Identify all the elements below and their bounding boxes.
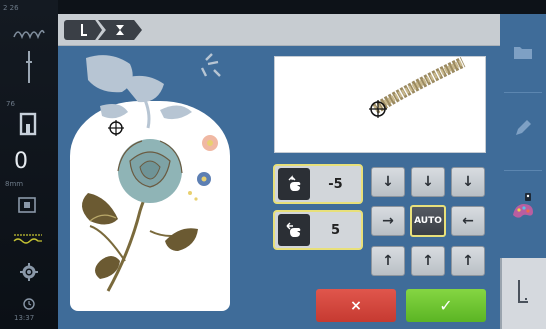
- auto-button[interactable]: AUTO: [410, 205, 446, 237]
- edit-pencil-icon[interactable]: [507, 110, 539, 146]
- hoop-icon: [116, 25, 124, 35]
- move-left-button[interactable]: ←: [451, 206, 485, 236]
- hoop-alignment-dialog: -5 5 ↓ ↓ ↓ → AUTO ← ↑ ↑ ↑ × ✓: [58, 14, 500, 329]
- clock-icon: [16, 296, 42, 312]
- status-top-text: 2 26: [3, 4, 19, 12]
- stitch-preview: [274, 56, 486, 153]
- needle-icon[interactable]: [14, 50, 44, 86]
- embroidery-hoop[interactable]: [70, 101, 230, 311]
- thread-tension-icon[interactable]: [10, 228, 46, 248]
- confirm-button[interactable]: ✓: [406, 289, 486, 322]
- dialog-header: [58, 14, 500, 46]
- breadcrumb-step-needle[interactable]: [64, 20, 102, 40]
- left-status-bar: 2 26 76 0 8mm 13:37: [0, 0, 58, 329]
- stitch-pattern-icon[interactable]: [8, 22, 50, 44]
- presser-foot-icon[interactable]: [12, 108, 44, 140]
- stitch-path-preview: [369, 57, 466, 118]
- embroidery-machine-screen: 2 26 76 0 8mm 13:37 -5 5 ↓ ↓ ↓ → AUTO ← …: [0, 0, 546, 329]
- folder-icon[interactable]: [507, 38, 539, 66]
- hoop-crosshair-icon: [108, 120, 124, 136]
- needle-presser-icon: [518, 280, 528, 303]
- move-down-right-button[interactable]: ↓: [451, 167, 485, 197]
- move-up-button[interactable]: ↑: [411, 246, 445, 276]
- needle-position-value: 0: [14, 148, 28, 174]
- rose-design-icon: [81, 135, 218, 292]
- stitch-plate-icon[interactable]: [12, 192, 42, 218]
- settings-gear-icon[interactable]: [14, 258, 44, 286]
- clock-time: 13:37: [14, 314, 35, 322]
- sidebar-divider: [504, 92, 542, 93]
- work-area: -5 5 ↓ ↓ ↓ → AUTO ← ↑ ↑ ↑: [58, 46, 500, 329]
- color-palette-icon[interactable]: [507, 186, 539, 226]
- move-up-left-button[interactable]: ↑: [371, 246, 405, 276]
- needle-icon: [81, 24, 87, 36]
- cancel-button[interactable]: ×: [316, 289, 396, 322]
- top-strip: [58, 0, 500, 14]
- move-up-right-button[interactable]: ↑: [451, 246, 485, 276]
- floral-background-design: [86, 53, 221, 129]
- horizontal-offset-value: 5: [330, 222, 341, 238]
- vertical-offset-field[interactable]: -5: [273, 164, 363, 204]
- right-sidebar: [500, 14, 546, 329]
- hand-move-vertical-icon: [278, 168, 310, 200]
- hand-move-horizontal-icon: [278, 214, 310, 246]
- embroidery-mode-tab[interactable]: [500, 258, 546, 329]
- presser-foot-number: 76: [6, 100, 15, 108]
- breadcrumb-step-hoop[interactable]: [98, 20, 142, 40]
- move-right-button[interactable]: →: [371, 206, 405, 236]
- horizontal-offset-field[interactable]: 5: [273, 210, 363, 250]
- sidebar-divider: [504, 170, 542, 171]
- vertical-offset-value: -5: [328, 176, 343, 192]
- needle-position-unit: 8mm: [5, 180, 24, 188]
- move-down-button[interactable]: ↓: [411, 167, 445, 197]
- move-down-left-button[interactable]: ↓: [371, 167, 405, 197]
